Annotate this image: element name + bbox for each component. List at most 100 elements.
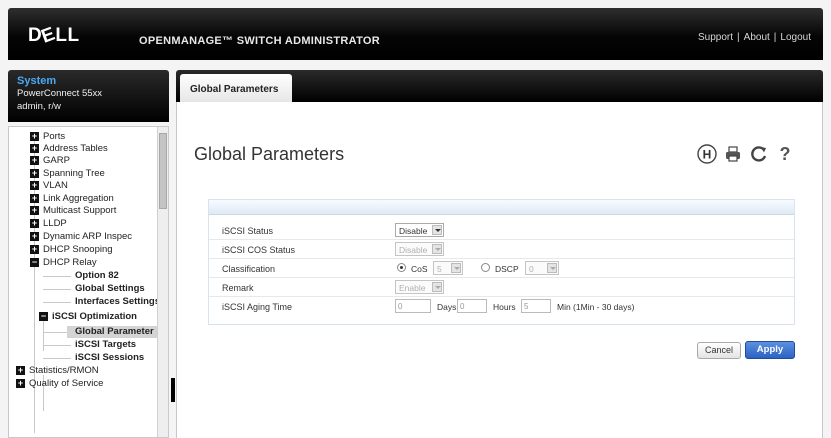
iscsi-status-select[interactable]: Disable (395, 223, 444, 237)
expand-icon[interactable]: + (30, 232, 39, 241)
system-info: System PowerConnect 55xx admin, r/w (8, 70, 169, 122)
expand-icon[interactable]: + (30, 181, 39, 190)
expand-icon[interactable]: + (30, 219, 39, 228)
panel-header (209, 200, 794, 215)
nav-scrollbar[interactable] (157, 127, 168, 437)
nav-multicast-support[interactable]: Multicast Support (43, 205, 116, 217)
system-model: PowerConnect 55xx (17, 88, 103, 99)
nav-option-82[interactable]: Option 82 (75, 270, 119, 282)
expand-icon[interactable]: + (30, 156, 39, 165)
top-links: Support | About | Logout (698, 32, 811, 43)
expand-icon[interactable]: + (30, 245, 39, 254)
save-icon[interactable]: H (697, 144, 717, 164)
days-label: Days (437, 302, 457, 312)
tree-branch-line (43, 332, 67, 333)
help-icon[interactable]: ? (775, 144, 795, 164)
print-icon[interactable] (723, 144, 743, 164)
tree-branch-line (43, 302, 71, 303)
chevron-down-icon (432, 244, 442, 254)
chevron-down-icon (432, 282, 442, 292)
link-separator: | (773, 32, 777, 43)
expand-icon[interactable]: + (30, 144, 39, 153)
form-row-iscsi-cos-status: iSCSI COS Status Disable (209, 240, 794, 259)
iscsi-cos-status-select[interactable]: Disable (395, 242, 444, 256)
aging-hours-input[interactable]: 0 (457, 299, 487, 313)
aging-time-label: iSCSI Aging Time (222, 302, 293, 312)
dscp-radio[interactable] (481, 263, 490, 272)
navigation-tree: + Ports + Address Tables + GARP + Spanni… (8, 126, 169, 438)
nav-global-settings[interactable]: Global Settings (75, 283, 145, 295)
cos-select[interactable]: 5 (433, 261, 463, 275)
nav-quality-of-service[interactable]: Quality of Service (29, 378, 103, 390)
nav-scrollbar-thumb[interactable] (159, 133, 167, 209)
chevron-down-icon (432, 225, 442, 235)
collapse-icon[interactable]: − (39, 312, 48, 321)
iscsi-status-value: Disable (399, 226, 428, 236)
remark-value: Enable (399, 283, 426, 293)
cancel-button[interactable]: Cancel (697, 342, 741, 359)
system-user: admin, r/w (17, 101, 61, 112)
cos-label: CoS (411, 264, 428, 274)
nav-dhcp-relay[interactable]: DHCP Relay (43, 257, 97, 269)
chevron-down-icon (451, 263, 461, 273)
cos-radio[interactable] (397, 263, 406, 272)
hours-label: Hours (493, 302, 516, 312)
tree-branch-line (43, 289, 71, 290)
tab-global-parameters[interactable]: Global Parameters (180, 74, 292, 102)
form-row-classification: Classification CoS 5 DSCP 0 (209, 259, 794, 278)
cos-value: 5 (437, 264, 442, 274)
dscp-select[interactable]: 0 (525, 261, 559, 275)
expand-icon[interactable]: + (16, 366, 25, 375)
nav-spanning-tree[interactable]: Spanning Tree (43, 168, 105, 180)
main-content: Global Parameters H ? iSCSI Status Disab… (176, 102, 823, 438)
tab-bar: Global Parameters (176, 70, 823, 102)
nav-statistics-rmon[interactable]: Statistics/RMON (29, 365, 99, 377)
nav-interfaces-settings[interactable]: Interfaces Settings (75, 296, 160, 308)
aging-days-input[interactable]: 0 (395, 299, 431, 313)
iscsi-status-label: iSCSI Status (222, 226, 274, 236)
refresh-icon[interactable] (749, 144, 769, 164)
nav-dynamic-arp-inspection[interactable]: Dynamic ARP Inspec (43, 231, 132, 243)
page-title: Global Parameters (194, 144, 345, 164)
collapse-icon[interactable]: − (30, 258, 39, 267)
nav-dhcp-snooping[interactable]: DHCP Snooping (43, 244, 113, 256)
min-label: Min (1Min - 30 days) (557, 302, 635, 312)
top-header: DELL OPENMANAGE™ SWITCH ADMINISTRATOR Su… (8, 8, 823, 60)
panel-collapse-handle[interactable] (171, 378, 175, 402)
form-row-aging-time: iSCSI Aging Time 0 Days 0 Hours 5 Min (1… (209, 297, 794, 316)
expand-icon[interactable]: + (30, 194, 39, 203)
tree-branch-line (43, 276, 71, 277)
iscsi-cos-status-label: iSCSI COS Status (222, 245, 296, 255)
classification-label: Classification (222, 264, 276, 274)
tree-branch-line (43, 345, 71, 346)
nav-link-aggregation[interactable]: Link Aggregation (43, 193, 114, 205)
form-row-iscsi-status: iSCSI Status Disable (209, 221, 794, 240)
remark-select[interactable]: Enable (395, 280, 444, 294)
about-link[interactable]: About (744, 32, 770, 43)
tree-branch-line (43, 358, 71, 359)
nav-iscsi-optimization[interactable]: iSCSI Optimization (52, 311, 137, 323)
expand-icon[interactable]: + (30, 132, 39, 141)
system-title[interactable]: System (17, 75, 160, 87)
form-row-remark: Remark Enable (209, 278, 794, 297)
nav-ports[interactable]: Ports (43, 131, 65, 143)
apply-button[interactable]: Apply (745, 341, 795, 359)
expand-icon[interactable]: + (30, 206, 39, 215)
dscp-label: DSCP (495, 264, 519, 274)
remark-label: Remark (222, 283, 254, 293)
nav-iscsi-targets[interactable]: iSCSI Targets (75, 339, 136, 351)
nav-address-tables[interactable]: Address Tables (43, 143, 108, 155)
logout-link[interactable]: Logout (780, 32, 811, 43)
nav-vlan[interactable]: VLAN (43, 180, 68, 192)
nav-garp[interactable]: GARP (43, 155, 70, 167)
dell-logo: DELL (28, 23, 80, 48)
iscsi-cos-status-value: Disable (399, 245, 428, 255)
dscp-value: 0 (529, 264, 534, 274)
nav-iscsi-sessions[interactable]: iSCSI Sessions (75, 352, 144, 364)
expand-icon[interactable]: + (16, 379, 25, 388)
nav-lldp[interactable]: LLDP (43, 218, 67, 230)
aging-min-input[interactable]: 5 (521, 299, 551, 313)
expand-icon[interactable]: + (30, 169, 39, 178)
support-link[interactable]: Support (698, 32, 733, 43)
nav-global-parameters[interactable]: Global Parameter (67, 326, 159, 338)
